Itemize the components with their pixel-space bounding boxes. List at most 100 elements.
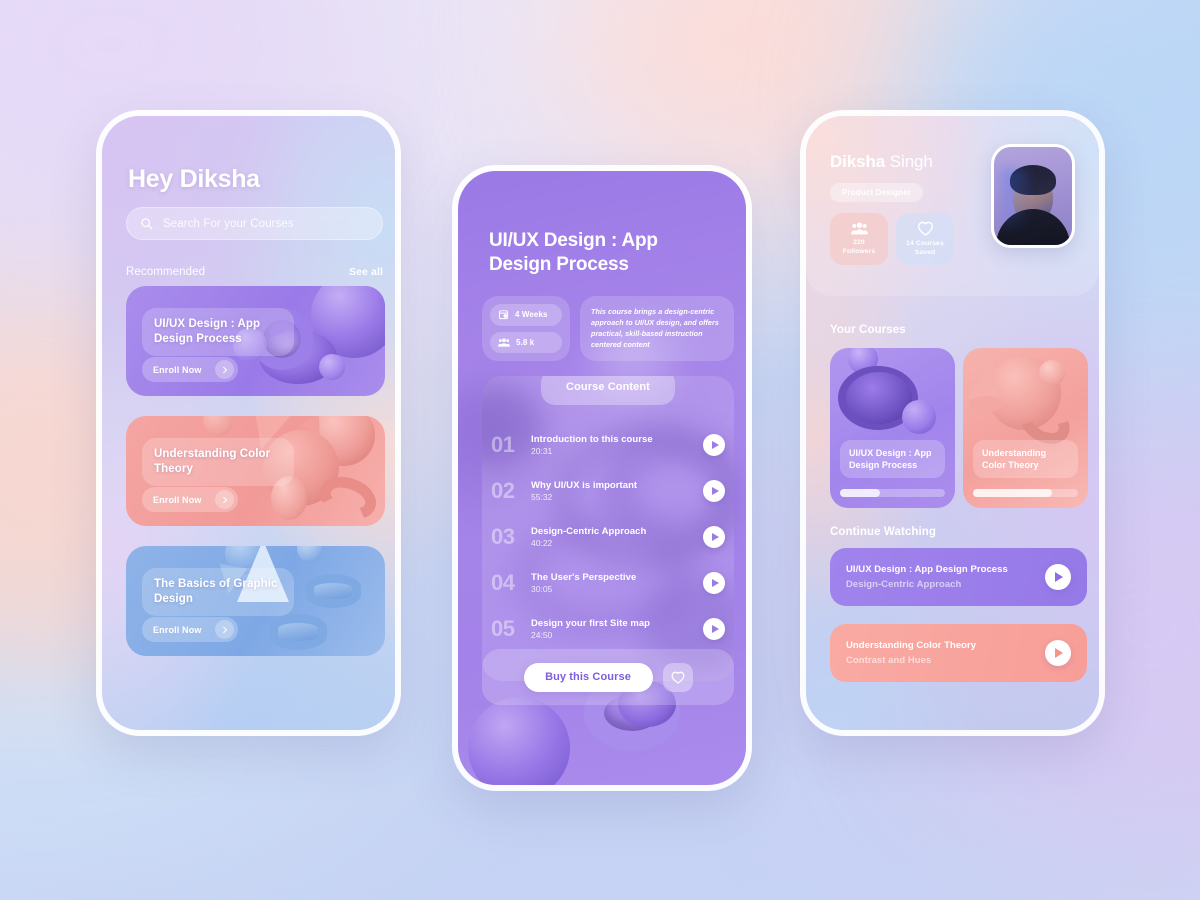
lesson-number: 03 — [491, 524, 515, 549]
profile-first-name: Diksha — [830, 152, 886, 171]
favorite-button[interactable] — [662, 662, 693, 692]
enroll-now-button[interactable]: Enroll Now — [142, 357, 238, 382]
phone-profile-screen: Diksha Singh Product Designer 220 Followe… — [800, 110, 1105, 736]
lesson-row[interactable]: 02 Why UI/UX is important 55:32 — [491, 472, 725, 510]
course-card-color-theory[interactable]: Understanding Color Theory Enroll Now — [126, 416, 385, 526]
meta-duration-chip: 4 Weeks — [490, 304, 562, 326]
progress-bar — [973, 489, 1078, 497]
avatar-photo — [994, 147, 1072, 245]
stat-card-followers[interactable]: 220 Followers — [830, 213, 888, 265]
continue-watching-subtitle: Design-Centric Approach — [846, 579, 962, 590]
lesson-number: 05 — [491, 616, 515, 641]
lesson-info: Introduction to this course 20:31 — [531, 434, 703, 456]
chevron-right-icon — [215, 360, 234, 379]
lesson-number: 01 — [491, 432, 515, 457]
buy-course-label: Buy this Course — [545, 671, 631, 683]
lesson-row[interactable]: 01 Introduction to this course 20:31 — [491, 426, 725, 464]
play-icon[interactable] — [703, 526, 725, 548]
card-3d-artwork — [963, 348, 1088, 508]
enroll-now-label: Enroll Now — [153, 364, 202, 375]
lesson-info: Why UI/UX is important 55:32 — [531, 480, 703, 502]
play-icon[interactable] — [703, 434, 725, 456]
continue-watching-card-color-theory[interactable]: Understanding Color Theory Contrast and … — [830, 624, 1087, 682]
lesson-duration: 30:05 — [531, 584, 553, 594]
play-icon[interactable] — [703, 618, 725, 640]
play-icon[interactable] — [703, 572, 725, 594]
section-title-continue-watching: Continue Watching — [830, 526, 937, 538]
lesson-duration: 20:31 — [531, 446, 553, 456]
course-card-title-chip: UI/UX Design : App Design Process — [142, 308, 294, 357]
lesson-name: The User's Perspective — [531, 572, 637, 583]
phone-home-screen: Hey Diksha Search For your Courses Recom… — [96, 110, 401, 736]
profile-role-badge: Product Designer — [830, 183, 924, 202]
lesson-info: Design your first Site map 24:50 — [531, 618, 703, 640]
continue-watching-card-uiux[interactable]: UI/UX Design : App Design Process Design… — [830, 548, 1087, 606]
course-card-title: The Basics of Graphic Design — [154, 578, 278, 606]
search-icon — [140, 217, 153, 230]
mini-course-card-color-theory[interactable]: Understanding Color Theory — [963, 348, 1088, 508]
course-card-uiux[interactable]: UI/UX Design : App Design Process Enroll… — [126, 286, 385, 396]
stat-saved-text: 14 Courses Saved — [906, 239, 944, 257]
chevron-right-icon — [215, 490, 234, 509]
course-card-title-chip: Understanding Color Theory — [142, 438, 294, 487]
people-group-icon — [498, 337, 510, 348]
section-title: Recommended — [126, 266, 206, 278]
enroll-now-button[interactable]: Enroll Now — [142, 617, 238, 642]
lesson-name: Design-Centric Approach — [531, 526, 647, 537]
section-title-your-courses: Your Courses — [830, 324, 906, 336]
continue-watching-info: UI/UX Design : App Design Process Design… — [846, 564, 1045, 590]
phone-course-detail-screen: UI/UX Design : App Design Process 4 Week… — [452, 165, 752, 791]
see-all-link[interactable]: See all — [349, 266, 383, 278]
lesson-duration: 24:50 — [531, 630, 553, 640]
detail-screen-content: UI/UX Design : App Design Process 4 Week… — [458, 171, 746, 785]
play-icon[interactable] — [1045, 564, 1071, 590]
meta-duration-text: 4 Weeks — [515, 310, 548, 320]
mini-course-card-uiux[interactable]: UI/UX Design : App Design Process — [830, 348, 955, 508]
calendar-clock-icon — [498, 309, 509, 320]
heart-icon — [917, 221, 934, 236]
continue-watching-title: Understanding Color Theory — [846, 640, 977, 651]
purchase-bar: Buy this Course — [482, 649, 734, 705]
course-card-graphic-design[interactable]: The Basics of Graphic Design Enroll Now — [126, 546, 385, 656]
lesson-name: Design your first Site map — [531, 618, 651, 629]
home-screen-content: Hey Diksha Search For your Courses Recom… — [102, 116, 395, 730]
enroll-now-label: Enroll Now — [153, 624, 202, 635]
mini-course-title-chip: Understanding Color Theory — [973, 439, 1078, 478]
lesson-row[interactable]: 05 Design your first Site map 24:50 — [491, 610, 725, 648]
lesson-row[interactable]: 03 Design-Centric Approach 40:22 — [491, 518, 725, 556]
stat-followers-text: 220 Followers — [843, 238, 876, 256]
play-icon[interactable] — [1045, 640, 1071, 666]
page-title: Hey Diksha — [128, 165, 260, 193]
avatar[interactable] — [991, 144, 1075, 248]
mini-course-title-chip: UI/UX Design : App Design Process — [840, 439, 945, 478]
enroll-now-label: Enroll Now — [153, 494, 202, 505]
stat-saved-label: Saved — [914, 249, 936, 256]
profile-name: Diksha Singh — [830, 152, 933, 172]
stat-followers-value: 220 — [853, 238, 865, 246]
lesson-duration: 40:22 — [531, 538, 553, 548]
enroll-now-button[interactable]: Enroll Now — [142, 487, 238, 512]
course-description: This course brings a design-centric appr… — [591, 307, 719, 350]
course-description-box: This course brings a design-centric appr… — [580, 296, 734, 361]
course-content-header-label: Course Content — [566, 381, 650, 393]
recommended-header: Recommended See all — [126, 266, 383, 278]
profile-screen-content: Diksha Singh Product Designer 220 Followe… — [806, 116, 1099, 730]
search-input[interactable]: Search For your Courses — [126, 207, 383, 240]
lesson-number: 04 — [491, 570, 515, 595]
buy-course-button[interactable]: Buy this Course — [523, 662, 653, 692]
course-card-title: UI/UX Design : App Design Process — [154, 318, 261, 346]
search-placeholder: Search For your Courses — [163, 217, 294, 230]
course-content-panel: Course Content 01 Introduction to this c… — [482, 376, 734, 681]
play-icon[interactable] — [703, 480, 725, 502]
stat-card-saved[interactable]: 14 Courses Saved — [896, 213, 954, 265]
continue-watching-subtitle: Contrast and Hues — [846, 655, 932, 666]
course-card-title-chip: The Basics of Graphic Design — [142, 568, 294, 617]
lesson-row[interactable]: 04 The User's Perspective 30:05 — [491, 564, 725, 602]
course-detail-title: UI/UX Design : App Design Process — [489, 230, 658, 276]
profile-last-name: Singh — [889, 152, 933, 171]
lesson-duration: 55:32 — [531, 492, 553, 502]
continue-watching-info: Understanding Color Theory Contrast and … — [846, 640, 1045, 666]
continue-watching-title: UI/UX Design : App Design Process — [846, 564, 1008, 575]
card-3d-artwork — [830, 348, 955, 508]
mini-course-title: UI/UX Design : App Design Process — [849, 447, 932, 470]
